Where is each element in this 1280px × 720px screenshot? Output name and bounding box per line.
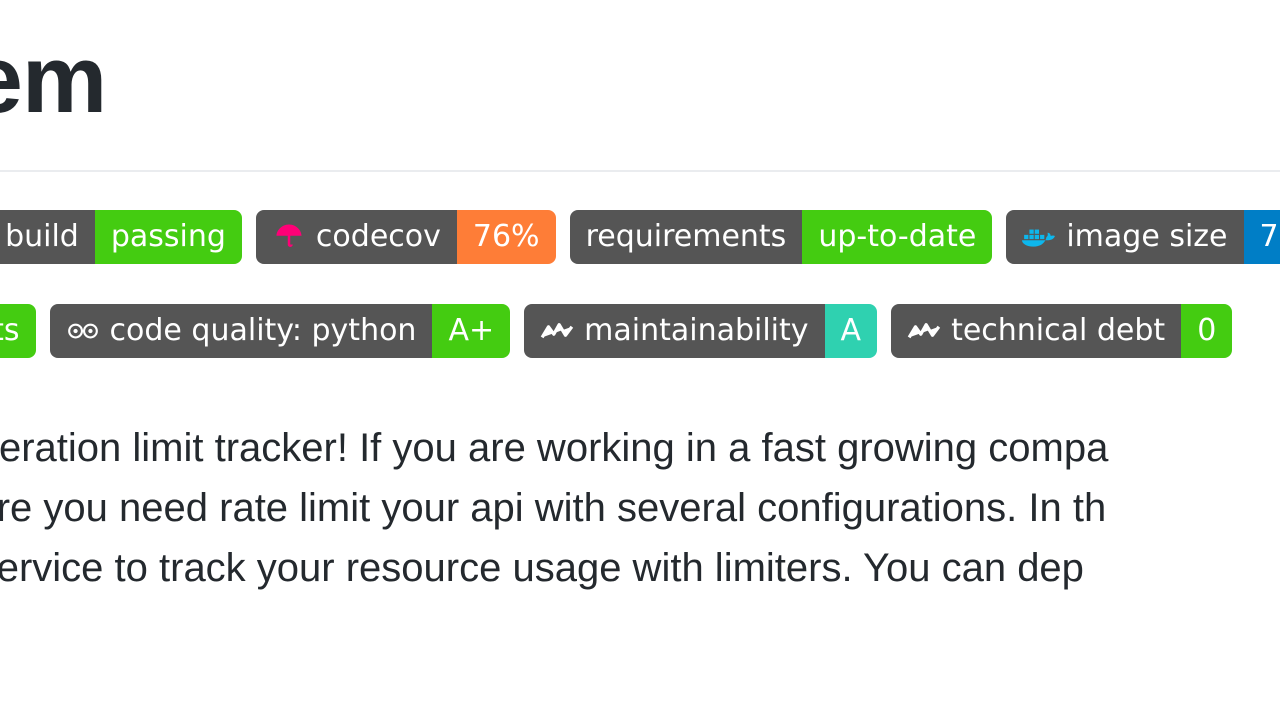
badge-right: 0 alerts [0,304,36,358]
badge-right-label: A [841,316,862,346]
umbrella-icon [272,222,306,252]
cc-icon [540,316,574,346]
badge-left-label: code quality: python [110,316,417,346]
badge-right-label: 7 [1260,222,1279,252]
description: xt generation limit tracker! If you are … [0,418,1280,598]
badge-right: up-to-date [802,210,992,264]
badge-left: maintainability [524,304,824,358]
page-title: p'em [0,0,1280,172]
badge-requirements[interactable]: requirements up-to-date [570,210,993,264]
badge-right: 76% [457,210,556,264]
badge-codecov[interactable]: codecov 76% [256,210,556,264]
badge-image-size[interactable]: image size 7 [1006,210,1280,264]
badge-right-label: 0 alerts [0,316,20,346]
lgtm-icon [66,316,100,346]
badge-left-label: maintainability [584,316,808,346]
badge-maintainability[interactable]: maintainability A [524,304,877,358]
description-line: xt generation limit tracker! If you are … [0,426,1108,470]
badge-right: passing [95,210,242,264]
badge-left: codecov [256,210,457,264]
description-line: as a service to track your resource usag… [0,546,1084,590]
badge-right-label: 0 [1197,316,1216,346]
badge-build[interactable]: build passing [0,210,242,264]
badge-left: code quality: python [50,304,433,358]
badge-right: A+ [432,304,510,358]
badge-left: image size [1006,210,1243,264]
badge-technical-debt[interactable]: technical debt 0 [891,304,1232,358]
cc-icon [907,316,941,346]
badge-right: A [825,304,878,358]
badge-alerts[interactable]: 0 alerts [0,304,36,358]
badge-code-quality[interactable]: code quality: python A+ [50,304,511,358]
badge-left: build [0,210,95,264]
badge-left-label: image size [1066,222,1227,252]
badge-right-label: up-to-date [818,222,976,252]
badge-left: technical debt [891,304,1181,358]
badge-left-label: codecov [316,222,441,252]
badge-left-label: build [5,222,79,252]
badge-row-2: 0 alerts code quality: python A+ maintainab… [0,304,1280,358]
badge-left-label: technical debt [951,316,1165,346]
badge-right-label: passing [111,222,226,252]
badge-left: requirements [570,210,803,264]
docker-icon [1022,222,1056,252]
badge-right-label: A+ [448,316,494,346]
description-line: n where you need rate limit your api wit… [0,486,1106,530]
badge-right: 7 [1244,210,1280,264]
badge-right-label: 76% [473,222,540,252]
badge-right: 0 [1181,304,1232,358]
badge-left-label: requirements [586,222,787,252]
badge-row-1: MITbuildpassingcodecov76%requirementsup-… [0,210,1280,264]
